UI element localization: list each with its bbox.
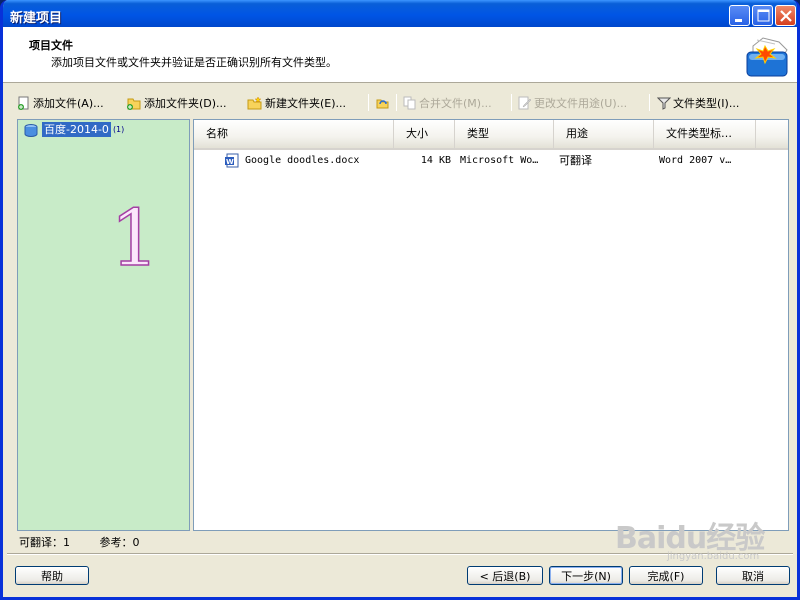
- toolbar-separator: [368, 94, 369, 111]
- maximize-icon: [757, 9, 770, 22]
- translatable-count: 可翻译：1: [19, 536, 70, 549]
- new-project-window: 新建项目 项目文件 添加项目文件或文件夹并验证是否正确识别所有文件类型。 添加文…: [0, 0, 800, 600]
- file-list[interactable]: 名称 大小 类型 用途 文件类型标… W Google doodles.docx…: [193, 119, 789, 531]
- merge-files-label: 合并文件(M)...: [419, 97, 492, 110]
- toolbar-separator: [511, 94, 512, 111]
- column-header-name[interactable]: 名称: [194, 120, 394, 148]
- new-folder-icon: [247, 96, 262, 110]
- new-folder-label: 新建文件夹(E)...: [265, 97, 347, 110]
- folder-sync-button[interactable]: [375, 93, 393, 113]
- step-number-annotation: 1: [109, 194, 160, 284]
- status-bar: 可翻译：1 参考：0: [19, 534, 166, 550]
- file-size: 14 KB: [420, 154, 451, 166]
- new-folder-button[interactable]: 新建文件夹(E)...: [247, 93, 346, 113]
- next-button[interactable]: 下一步(N): [549, 566, 623, 585]
- file-name: Google doodles.docx: [245, 154, 360, 166]
- toolbar: 添加文件(A)... 添加文件夹(D)... 新建文件夹(E)... 合并文件(…: [3, 90, 797, 116]
- window-title: 新建项目: [10, 11, 63, 26]
- cancel-button[interactable]: 取消: [716, 566, 790, 585]
- add-folder-label: 添加文件夹(D)...: [144, 97, 227, 110]
- add-file-label: 添加文件(A)...: [33, 97, 104, 110]
- file-type: Microsoft Wo…: [460, 154, 539, 166]
- add-folder-button[interactable]: 添加文件夹(D)...: [126, 93, 227, 113]
- add-file-icon: [18, 96, 29, 110]
- close-icon: [780, 10, 792, 22]
- merge-files-icon: [403, 96, 416, 110]
- toolbar-separator: [649, 94, 650, 111]
- tree-item-label: 百度-2014-0: [42, 122, 111, 137]
- back-button[interactable]: < 后退(B): [467, 566, 543, 585]
- project-files-icon: [746, 37, 788, 77]
- cell-name: W Google doodles.docx: [194, 153, 394, 168]
- filter-icon: [657, 97, 671, 110]
- change-usage-button[interactable]: 更改文件用途(U)...: [518, 93, 627, 113]
- column-header-filler: [756, 120, 788, 148]
- file-list-header: 名称 大小 类型 用途 文件类型标…: [194, 120, 788, 150]
- reference-count: 参考：0: [99, 536, 140, 549]
- svg-text:W: W: [226, 158, 234, 166]
- table-row[interactable]: W Google doodles.docx 14 KB Microsoft Wo…: [194, 151, 788, 169]
- column-header-usage[interactable]: 用途: [554, 120, 654, 148]
- project-node-icon: [24, 123, 38, 137]
- file-type-definition: Word 2007 v…: [659, 154, 732, 166]
- minimize-button[interactable]: [729, 5, 750, 26]
- add-file-button[interactable]: 添加文件(A)...: [17, 93, 104, 113]
- add-folder-icon: [127, 98, 141, 110]
- title-bar[interactable]: 新建项目: [3, 0, 797, 30]
- project-tree[interactable]: 百度-2014-0 (1) 1: [17, 119, 190, 531]
- column-header-filetype[interactable]: 文件类型标…: [654, 120, 756, 148]
- minimize-icon: [735, 19, 742, 22]
- tree-item-project[interactable]: 百度-2014-0 (1): [24, 122, 124, 137]
- wizard-header: 项目文件 添加项目文件或文件夹并验证是否正确识别所有文件类型。: [3, 27, 797, 83]
- change-usage-label: 更改文件用途(U)...: [534, 97, 628, 110]
- change-usage-icon: [518, 96, 532, 110]
- maximize-button[interactable]: [752, 5, 773, 26]
- watermark: Baidu经验 jingyan.baidu.com: [615, 513, 765, 562]
- close-button[interactable]: [775, 5, 796, 26]
- file-types-button[interactable]: 文件类型(I)...: [657, 93, 739, 113]
- column-header-size[interactable]: 大小: [394, 120, 455, 148]
- watermark-url: jingyan.baidu.com: [667, 551, 760, 562]
- file-types-label: 文件类型(I)...: [673, 97, 740, 110]
- finish-button[interactable]: 完成(F): [629, 566, 703, 585]
- file-usage: 可翻译: [559, 154, 592, 167]
- help-button[interactable]: 帮助: [15, 566, 89, 585]
- page-title: 项目文件: [29, 39, 73, 52]
- tree-item-count: (1): [112, 125, 125, 134]
- column-header-type[interactable]: 类型: [455, 120, 554, 148]
- word-document-icon: W: [225, 153, 239, 167]
- folder-sync-icon: [376, 99, 389, 109]
- page-description: 添加项目文件或文件夹并验证是否正确识别所有文件类型。: [51, 56, 337, 69]
- merge-files-button[interactable]: 合并文件(M)...: [403, 93, 492, 113]
- toolbar-separator: [396, 94, 397, 111]
